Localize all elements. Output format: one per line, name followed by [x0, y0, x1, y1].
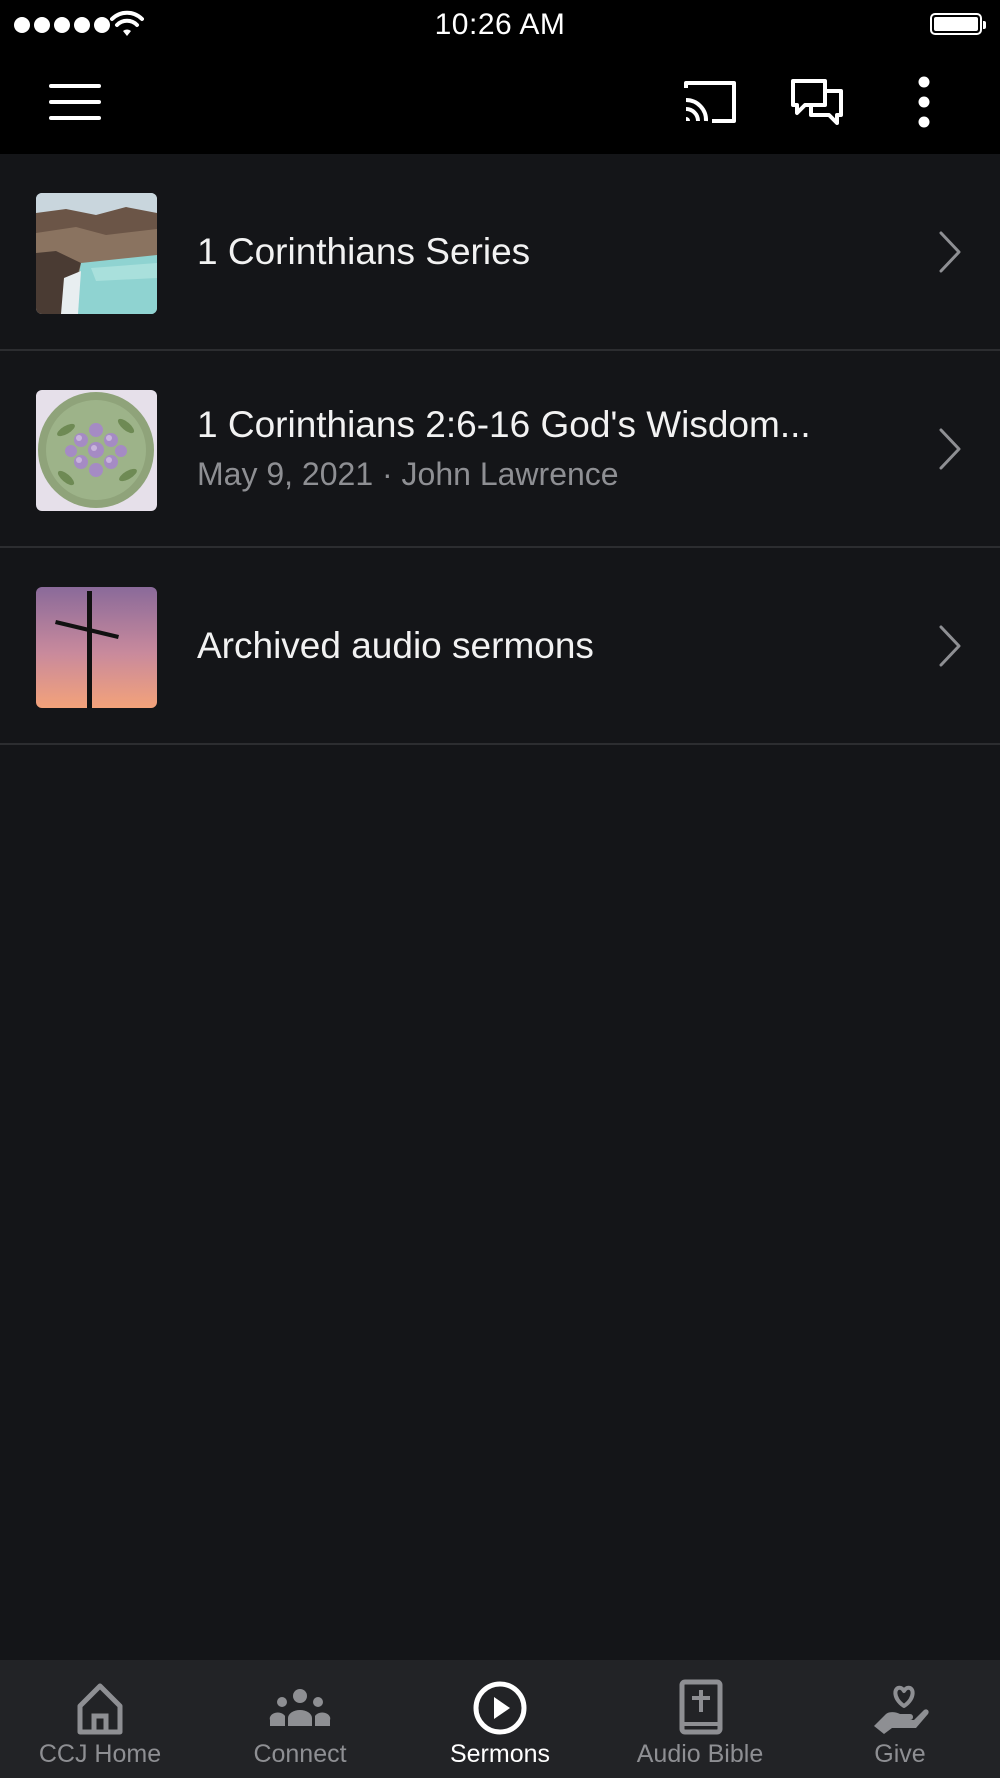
play-circle-icon [473, 1681, 527, 1735]
chevron-right-icon [939, 231, 961, 273]
list-item[interactable]: 1 Corinthians 2:6-16 God's Wisdom... May… [0, 351, 1000, 548]
tab-sermons[interactable]: Sermons [400, 1660, 600, 1778]
more-vertical-icon [918, 76, 930, 128]
thumbnail-image [36, 390, 157, 511]
menu-button[interactable] [45, 72, 105, 132]
bottom-tab-bar: CCJ Home Connect Sermons Audio Bible Giv… [0, 1660, 1000, 1778]
home-icon [77, 1683, 123, 1735]
list-item[interactable]: Archived audio sermons [0, 548, 1000, 745]
purple-flowers-image [36, 390, 157, 511]
heart-hand-icon [874, 1685, 929, 1734]
app-bar [0, 50, 1000, 154]
tab-connect[interactable]: Connect [200, 1660, 400, 1778]
thumbnail-image [36, 587, 157, 708]
thumbnail-image [36, 193, 157, 314]
chevron-right-icon [939, 428, 961, 470]
battery-icon [930, 13, 986, 35]
cross-sunset-image [36, 587, 157, 708]
item-title: 1 Corinthians Series [197, 230, 531, 272]
chat-bubbles-icon [791, 79, 843, 125]
item-subtitle: May 9, 2021 · John Lawrence [197, 456, 619, 492]
status-bar: 10:26 AM [0, 0, 1000, 50]
tab-label: CCJ Home [38, 1740, 162, 1768]
tab-label: Give [874, 1740, 926, 1768]
chevron-right-icon [939, 625, 961, 667]
chat-button[interactable] [787, 72, 847, 132]
tab-audio-bible[interactable]: Audio Bible [600, 1660, 800, 1778]
people-group-icon [269, 1689, 331, 1726]
sermon-list: 1 Corinthians Series 1 Corinthians 2:6-1… [0, 154, 1000, 745]
tab-label: Connect [253, 1740, 347, 1768]
tab-label: Sermons [449, 1740, 551, 1768]
lake-landscape-image [36, 193, 157, 314]
tab-ccj-home[interactable]: CCJ Home [0, 1660, 200, 1778]
bible-icon [679, 1679, 723, 1735]
cast-button[interactable] [680, 72, 740, 132]
cast-icon [684, 81, 736, 123]
list-item[interactable]: 1 Corinthians Series [0, 154, 1000, 351]
more-options-button[interactable] [894, 72, 954, 132]
tab-label: Audio Bible [636, 1740, 764, 1768]
status-time: 10:26 AM [434, 8, 566, 41]
tab-give[interactable]: Give [800, 1660, 1000, 1778]
item-title: Archived audio sermons [197, 624, 594, 666]
hamburger-menu-icon [49, 84, 101, 120]
item-title: 1 Corinthians 2:6-16 God's Wisdom... [197, 404, 811, 445]
